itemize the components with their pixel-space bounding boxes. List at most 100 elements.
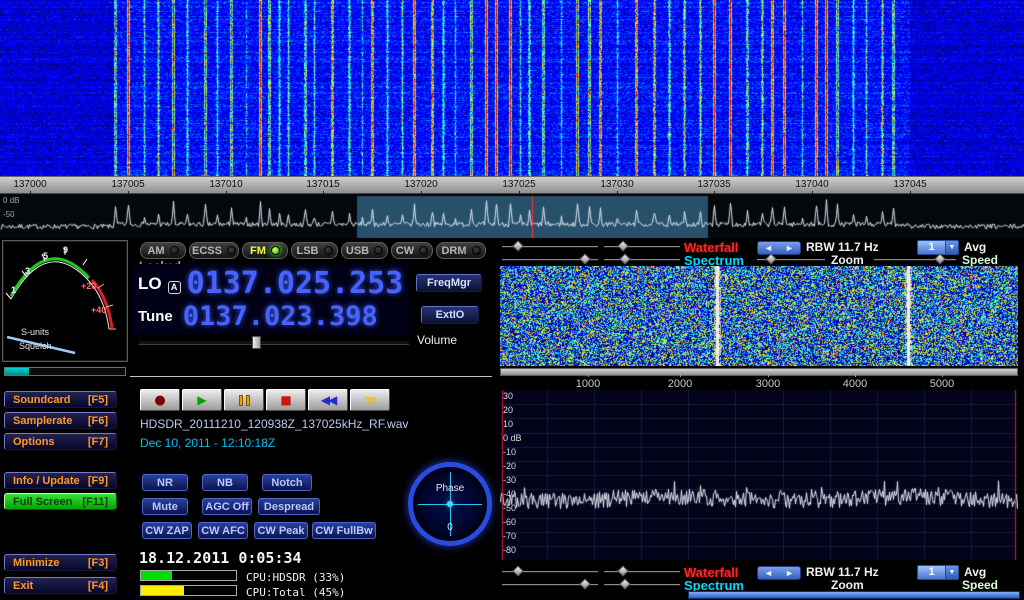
slider-thumb[interactable] [619,253,630,264]
avg-select-top[interactable]: 1 ▼ [917,240,959,255]
cw-afc-button[interactable]: CW AFC [198,522,248,539]
squelch-level-bar[interactable] [4,367,126,376]
agc-button[interactable]: AGC Off [202,498,252,515]
af-ruler-bar[interactable] [500,368,1018,376]
freqmgr-button[interactable]: FreqMgr [416,274,482,292]
pause-button[interactable] [224,389,264,411]
options-button[interactable]: Options [F7] [4,433,117,450]
info-update-key: [F9] [88,475,108,487]
speed-label-top: Speed [962,253,998,267]
volume-label: Volume [417,333,457,347]
shift-right-icon[interactable]: ► [779,567,800,579]
ruler-tick: 137010 [196,179,256,190]
cpu-total-fill [141,586,184,595]
main-waterfall-display[interactable] [0,0,1024,176]
play-button[interactable]: ▶ [182,389,222,411]
info-update-button[interactable]: Info / Update [F9] [4,472,117,489]
slider-thumb[interactable] [619,578,630,589]
mode-button-lsb[interactable]: LSB [291,242,338,259]
af-ruler-tick: 1000 [563,378,613,390]
minimize-button[interactable]: Minimize [F3] [4,554,117,571]
wf-brightness-slider-bottom[interactable] [502,566,598,577]
mute-button[interactable]: Mute [142,498,188,515]
cw-fullbw-button[interactable]: CW FullBw [312,522,376,539]
wf-brightness-slider-top[interactable] [502,241,598,252]
overview-db-mid-label: -50 [3,210,15,219]
zoom-range-bar[interactable] [688,591,1020,599]
sp-range-slider-bottom[interactable] [604,579,680,590]
samplerate-key: [F6] [88,415,108,427]
slider-thumb[interactable] [512,565,523,576]
af-waterfall-display[interactable] [500,266,1018,366]
notch-button[interactable]: Notch [262,474,312,491]
nb-button[interactable]: NB [202,474,248,491]
mode-button-ecss[interactable]: ECSS [189,242,239,259]
shift-right-icon[interactable]: ► [779,242,800,254]
combo-arrow-icon[interactable]: ▼ [945,241,958,254]
exit-button[interactable]: Exit [F4] [4,577,117,594]
smeter-label-5: 5 [43,251,48,261]
record-button[interactable]: ● [140,389,180,411]
cw-peak-button[interactable]: CW Peak [254,522,308,539]
overview-spectrum-canvas[interactable] [0,194,1024,238]
rbw-readout-top: RBW 11.7 Hz [806,240,879,254]
speed-slider-top[interactable] [874,254,956,265]
ruler-tick: 137030 [587,179,647,190]
lo-frequency-row: LO A 0137.025.253 [138,268,403,300]
overview-spectrum-display[interactable]: 0 dB -50 [0,194,1024,238]
tune-frequency-value[interactable]: 0137.023.398 [183,302,378,331]
shift-left-icon[interactable]: ◄ [758,242,779,254]
ruler-tick: 137045 [880,179,940,190]
waterfall-shift-control-bottom[interactable]: ◄ ► [757,566,801,580]
fullscreen-button[interactable]: Full Screen [F11] [4,493,117,510]
nr-button[interactable]: NR [142,474,188,491]
shift-left-icon[interactable]: ◄ [758,567,779,579]
lo-frequency-value[interactable]: 0137.025.253 [187,268,404,300]
mode-button-usb[interactable]: USB [341,242,388,259]
slider-thumb[interactable] [512,240,523,251]
cw-zap-button[interactable]: CW ZAP [142,522,192,539]
db-tick: -50 [503,503,516,513]
waterfall-shift-control-top[interactable]: ◄ ► [757,241,801,255]
lo-sync-badge[interactable]: A [168,281,181,294]
wf-contrast-slider-bottom[interactable] [604,566,680,577]
soundcard-label: Soundcard [13,394,70,406]
extio-button[interactable]: ExtIO [421,306,479,324]
slider-thumb[interactable] [618,240,629,251]
mode-button-cw[interactable]: CW [391,242,433,259]
samplerate-label: Samplerate [13,415,72,427]
combo-arrow-icon[interactable]: ▼ [945,566,958,579]
sp-range-slider-top[interactable] [604,254,680,265]
mode-button-am[interactable]: AM [140,242,186,259]
volume-slider-thumb[interactable] [252,336,261,349]
rbw-readout-bottom: RBW 11.7 Hz [806,565,879,579]
rewind-button[interactable]: ◀◀ [308,389,348,411]
ruler-tick: 137025 [489,179,549,190]
mode-fm-led-icon [271,246,280,255]
avg-select-bottom[interactable]: 1 ▼ [917,565,959,580]
db-tick: 20 [503,405,513,415]
mode-button-drm[interactable]: DRM [436,242,486,259]
mode-button-fm[interactable]: FM [242,242,288,259]
slider-thumb[interactable] [935,253,946,264]
slider-thumb[interactable] [618,565,629,576]
slider-thumb[interactable] [766,253,777,264]
samplerate-button[interactable]: Samplerate [F6] [4,412,117,429]
af-spectrum-display[interactable] [500,390,1018,560]
stop-button[interactable]: ■ [266,389,306,411]
wf-contrast-slider-top[interactable] [604,241,680,252]
volume-slider[interactable] [139,336,409,349]
options-label: Options [13,436,55,448]
sp-offset-slider-bottom[interactable] [502,579,598,590]
sp-offset-slider-top[interactable] [502,254,598,265]
soundcard-button[interactable]: Soundcard [F5] [4,391,117,408]
zoom-slider-top[interactable] [757,254,825,265]
slider-thumb[interactable] [579,253,590,264]
slider-thumb[interactable] [579,578,590,589]
db-tick: -20 [503,461,516,471]
avg-label-bottom: Avg [964,565,986,579]
despread-button[interactable]: Despread [258,498,320,515]
frequency-ruler[interactable]: 137000 137005 137010 137015 137020 13702… [0,176,1024,194]
loop-button[interactable]: ∞ [350,389,390,411]
options-key: [F7] [88,436,108,448]
